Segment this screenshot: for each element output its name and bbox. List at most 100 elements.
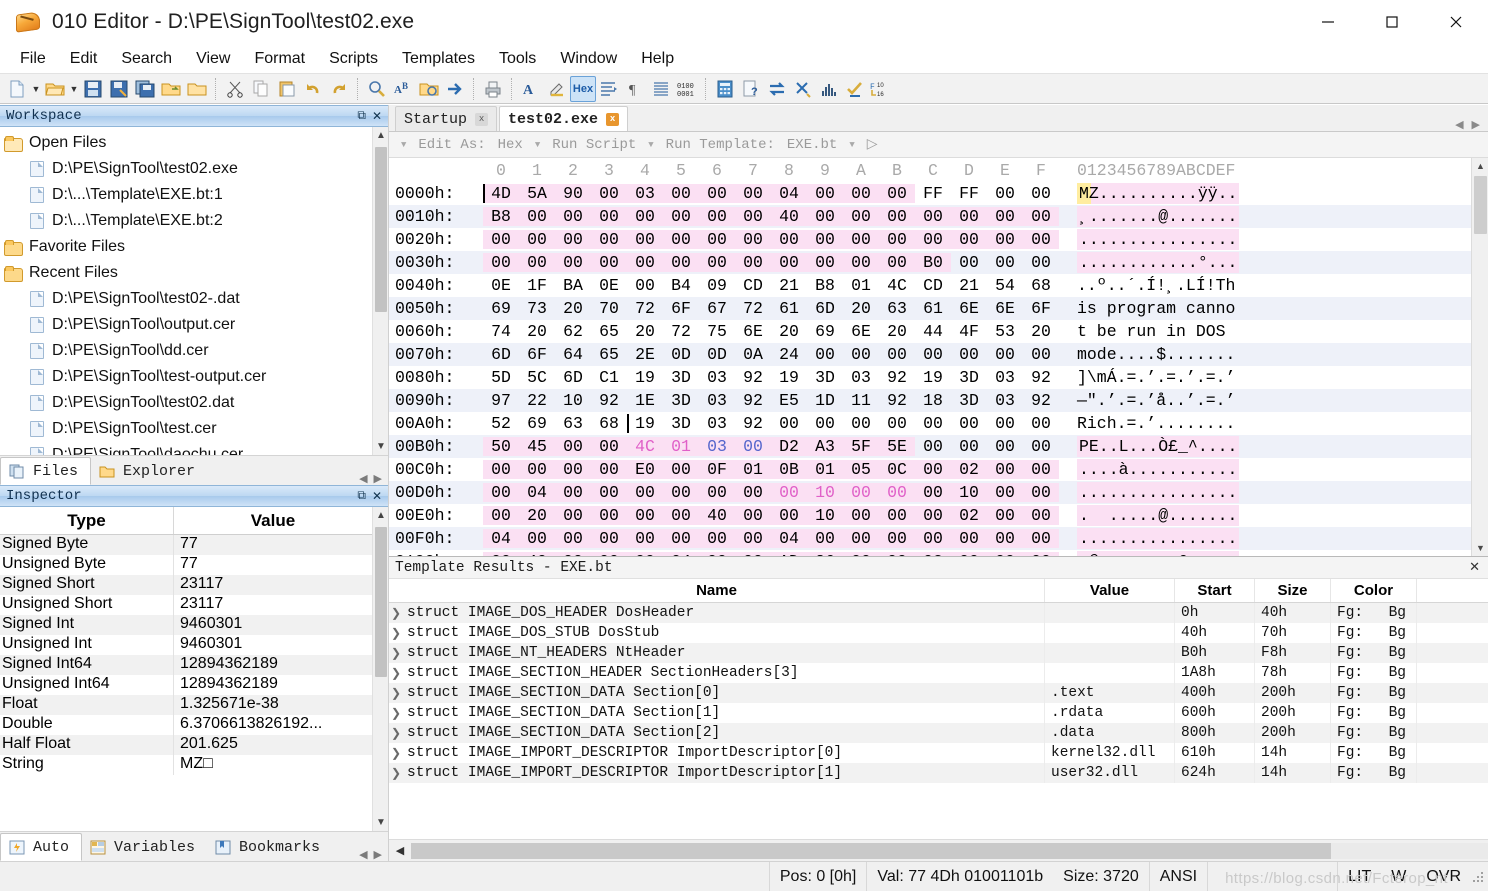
hex-byte[interactable]: 73 bbox=[519, 299, 555, 318]
hex-byte[interactable]: 00 bbox=[627, 529, 663, 548]
inspector-row[interactable]: Unsigned Int 9460301 bbox=[0, 635, 372, 655]
hex-byte-cells[interactable]: 00 04 00 00 00 00 00 00 00 10 00 00 00 10 00 00 bbox=[483, 483, 1059, 502]
cut-icon[interactable] bbox=[222, 76, 248, 102]
doc-tabs-prev-icon[interactable]: ◀ bbox=[1455, 118, 1463, 131]
hex-byte[interactable]: 4C bbox=[879, 276, 915, 295]
hex-byte[interactable]: 5C bbox=[519, 368, 555, 387]
tab-explorer[interactable]: Explorer bbox=[91, 457, 207, 485]
hex-byte[interactable]: 72 bbox=[627, 299, 663, 318]
template-row[interactable]: ❯ struct IMAGE_SECTION_DATA Section[2] .da… bbox=[389, 723, 1488, 743]
hex-byte[interactable]: 00 bbox=[951, 253, 987, 272]
hex-ascii[interactable]: ..º..´.Í!¸.LÍ!Th bbox=[1077, 276, 1235, 295]
hex-byte[interactable]: 00 bbox=[735, 184, 771, 203]
hex-byte[interactable]: 00 bbox=[663, 253, 699, 272]
hex-byte[interactable]: 00 bbox=[519, 230, 555, 249]
hex-byte[interactable]: 00 bbox=[879, 184, 915, 203]
hex-byte[interactable]: 64 bbox=[555, 345, 591, 364]
hex-scrollbar[interactable]: ▲ ▼ bbox=[1471, 158, 1488, 556]
hex-byte[interactable]: 00 bbox=[915, 437, 951, 456]
hex-byte[interactable]: C1 bbox=[591, 368, 627, 387]
hex-byte[interactable]: 00 bbox=[843, 230, 879, 249]
hex-byte[interactable]: 00 bbox=[591, 253, 627, 272]
hex-byte[interactable]: 00 bbox=[951, 529, 987, 548]
hex-byte[interactable]: 00 bbox=[483, 460, 519, 479]
menu-scripts[interactable]: Scripts bbox=[317, 48, 390, 70]
hex-byte-cells[interactable]: 04 00 00 00 00 00 00 00 04 00 00 00 00 00 00 00 bbox=[483, 529, 1059, 548]
hex-byte[interactable]: 00 bbox=[879, 207, 915, 226]
hex-byte[interactable]: 00 bbox=[807, 207, 843, 226]
tabs-prev-icon[interactable]: ◀ bbox=[359, 848, 367, 861]
tabs-nav[interactable]: ◀ ▶ bbox=[359, 848, 388, 861]
hex-byte[interactable]: 6E bbox=[735, 322, 771, 341]
hex-row[interactable]: 0030h: 00 00 00 00 00 00 00 00 00 00 00 00 B0 00 00 00..… bbox=[389, 251, 1471, 274]
hex-byte[interactable]: 0F bbox=[699, 460, 735, 479]
hex-byte[interactable]: 10 bbox=[807, 506, 843, 525]
hex-byte[interactable]: 00 bbox=[951, 230, 987, 249]
hex-byte[interactable]: 00 bbox=[987, 414, 1023, 433]
histogram-icon[interactable] bbox=[816, 76, 842, 102]
hex-byte[interactable]: 40 bbox=[771, 207, 807, 226]
hex-byte[interactable]: B8 bbox=[807, 276, 843, 295]
hex-byte[interactable]: BA bbox=[555, 276, 591, 295]
hex-byte-cells[interactable]: 50 45 00 00 4C 01 03 00 D2 A3 5F 5E 00 00 00 00 bbox=[483, 437, 1059, 456]
columns-icon[interactable] bbox=[648, 76, 674, 102]
open-file-icon[interactable] bbox=[42, 76, 68, 102]
hex-byte[interactable]: 00 bbox=[555, 506, 591, 525]
hex-byte[interactable]: 00 bbox=[1023, 437, 1059, 456]
hex-byte[interactable]: 92 bbox=[879, 368, 915, 387]
hex-mode-toggle[interactable]: Hex bbox=[570, 75, 596, 102]
hex-byte[interactable]: E0 bbox=[627, 460, 663, 479]
hex-byte-cells[interactable]: 74 20 62 65 20 72 75 6E 20 69 6E 20 44 4F 53 20 bbox=[483, 322, 1059, 341]
maximize-button[interactable] bbox=[1360, 0, 1424, 44]
hex-row[interactable]: 0020h: 00 00 00 00 00 00 00 00 00 00 00 00 00 00 00 00..… bbox=[389, 228, 1471, 251]
hex-byte[interactable]: 03 bbox=[987, 391, 1023, 410]
hex-byte[interactable]: 00 bbox=[915, 414, 951, 433]
hex-byte[interactable]: 65 bbox=[591, 345, 627, 364]
save-all-icon[interactable] bbox=[132, 76, 158, 102]
hex-byte[interactable]: 00 bbox=[1023, 207, 1059, 226]
new-file-icon[interactable] bbox=[4, 76, 30, 102]
hex-byte[interactable]: 00 bbox=[699, 207, 735, 226]
hex-ascii[interactable]: ]\mÁ.=.’.=.’.=.’ bbox=[1077, 368, 1235, 387]
hex-byte[interactable]: 04 bbox=[771, 184, 807, 203]
hex-byte[interactable]: 00 bbox=[483, 506, 519, 525]
hex-byte[interactable]: 61 bbox=[771, 299, 807, 318]
hex-byte[interactable]: 62 bbox=[555, 322, 591, 341]
template-name-cell[interactable]: ❯ struct IMAGE_SECTION_DATA Section[0] bbox=[389, 683, 1045, 703]
hex-byte[interactable]: 0E bbox=[483, 276, 519, 295]
hex-byte[interactable]: 70 bbox=[591, 299, 627, 318]
hex-byte[interactable]: 20 bbox=[519, 322, 555, 341]
convert-icon[interactable] bbox=[764, 76, 790, 102]
hex-byte[interactable]: 0C bbox=[879, 460, 915, 479]
hex-byte[interactable]: 03 bbox=[699, 414, 735, 433]
hex-byte[interactable]: 65 bbox=[591, 322, 627, 341]
hex-byte[interactable]: 00 bbox=[843, 552, 879, 556]
hex-byte[interactable]: 00 bbox=[663, 483, 699, 502]
inspector-row[interactable]: Unsigned Int64 12894362189 bbox=[0, 675, 372, 695]
hex-byte[interactable]: 68 bbox=[1023, 276, 1059, 295]
template-name-cell[interactable]: ❯ struct IMAGE_SECTION_DATA Section[2] bbox=[389, 723, 1045, 743]
hex-byte[interactable]: 00 bbox=[843, 529, 879, 548]
hex-byte[interactable]: 00 bbox=[915, 460, 951, 479]
hex-byte[interactable]: 00 bbox=[879, 345, 915, 364]
hex-byte[interactable]: 00 bbox=[987, 207, 1023, 226]
hex-byte[interactable]: 72 bbox=[735, 299, 771, 318]
hex-byte[interactable]: 4F bbox=[951, 322, 987, 341]
hex-byte[interactable]: 92 bbox=[1023, 391, 1059, 410]
template-row[interactable]: ❯ struct IMAGE_NT_HEADERS NtHeader B0h F8h F… bbox=[389, 643, 1488, 663]
hex-byte[interactable]: 24 bbox=[771, 345, 807, 364]
hex-byte[interactable]: 00 bbox=[915, 207, 951, 226]
menu-help[interactable]: Help bbox=[629, 48, 686, 70]
hex-byte[interactable]: 19 bbox=[771, 368, 807, 387]
hex-byte[interactable]: 1F bbox=[519, 276, 555, 295]
hex-byte-cells[interactable]: 5D 5C 6D C1 19 3D 03 92 19 3D 03 92 19 3D 03 92 bbox=[483, 368, 1059, 387]
inspector-row[interactable]: Double 6.3706613826192... bbox=[0, 715, 372, 735]
hex-byte[interactable]: 01 bbox=[843, 276, 879, 295]
hex-byte[interactable]: 92 bbox=[735, 368, 771, 387]
tab-close-icon[interactable]: x bbox=[606, 112, 620, 126]
hex-byte[interactable]: 00 bbox=[663, 529, 699, 548]
hex-byte[interactable]: FF bbox=[915, 184, 951, 203]
hex-byte-cells[interactable]: 00 00 00 00 00 00 00 00 00 00 00 00 B0 00 00 00 bbox=[483, 253, 1059, 272]
hex-byte[interactable]: B8 bbox=[483, 207, 519, 226]
scroll-down-icon[interactable]: ▼ bbox=[373, 438, 388, 455]
